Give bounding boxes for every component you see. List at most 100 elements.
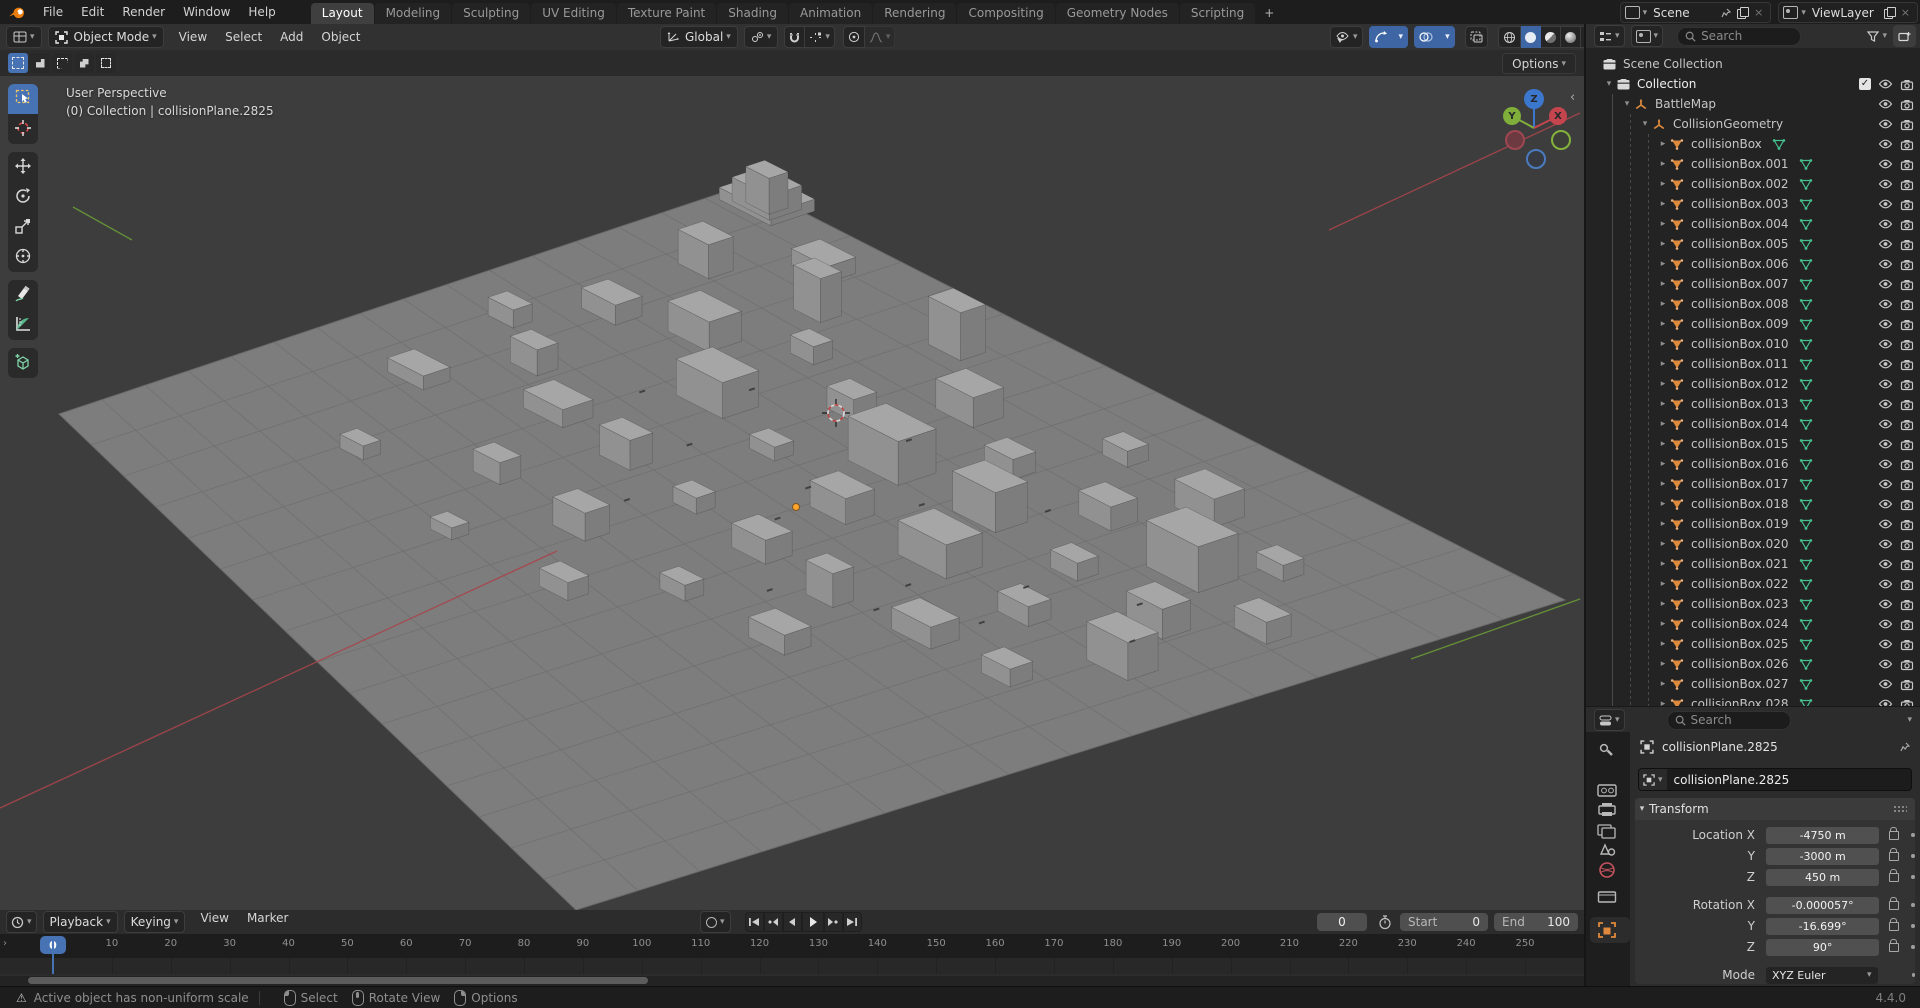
expander-icon[interactable]: ▸: [1656, 379, 1670, 389]
pivot-point-button[interactable]: ▾: [744, 26, 779, 48]
outliner-item-label[interactable]: collisionBox.012: [1691, 377, 1789, 391]
new-collection-button[interactable]: [1893, 25, 1916, 47]
eye-icon[interactable]: [1878, 278, 1893, 290]
expander-icon[interactable]: ▸: [1656, 159, 1670, 169]
panel-grip-icon[interactable]: [1893, 805, 1907, 813]
outliner-row[interactable]: ▸collisionBox.020: [1586, 534, 1920, 554]
eye-icon[interactable]: [1878, 478, 1893, 490]
prev-keyframe-button[interactable]: [764, 912, 783, 932]
overlays-dropdown[interactable]: ▾: [1438, 26, 1455, 48]
visibility-dropdown[interactable]: ▾: [1330, 26, 1363, 48]
show-overlays-toggle[interactable]: [1414, 26, 1438, 48]
outliner-row[interactable]: ▸collisionBox.024: [1586, 614, 1920, 634]
animate-dot[interactable]: [1911, 903, 1915, 907]
gizmo-axis-y-neg[interactable]: [1551, 130, 1571, 150]
eye-icon[interactable]: [1878, 598, 1893, 610]
outliner-item-label[interactable]: collisionBox.008: [1691, 297, 1789, 311]
outliner-item-label[interactable]: collisionBox.028: [1691, 697, 1789, 706]
animate-dot[interactable]: [1911, 945, 1915, 949]
outliner-row[interactable]: ▾CollisionGeometry: [1586, 114, 1920, 134]
outliner-item-label[interactable]: Scene Collection: [1623, 57, 1723, 71]
eye-icon[interactable]: [1878, 698, 1893, 706]
camera-render-icon[interactable]: [1900, 158, 1914, 171]
camera-render-icon[interactable]: [1900, 298, 1914, 311]
tab-render[interactable]: [1598, 785, 1616, 796]
outliner-row[interactable]: ▾BattleMap: [1586, 94, 1920, 114]
auto-keying-toggle[interactable]: ▾: [700, 911, 731, 933]
outliner-item-label[interactable]: collisionBox.007: [1691, 277, 1789, 291]
expander-icon[interactable]: ▸: [1656, 639, 1670, 649]
expander-icon[interactable]: ▸: [1656, 579, 1670, 589]
xray-toggle[interactable]: [1465, 26, 1488, 48]
camera-render-icon[interactable]: [1900, 458, 1914, 471]
outliner-row[interactable]: ▸collisionBox: [1586, 134, 1920, 154]
eye-icon[interactable]: [1878, 378, 1893, 390]
timeline-menu-keying[interactable]: Keying▾: [124, 911, 186, 933]
transform-value-field[interactable]: 90°: [1766, 939, 1879, 956]
jump-to-end-button[interactable]: [843, 912, 862, 932]
outliner-filter-type[interactable]: ▾: [1631, 25, 1664, 47]
viewport-menu-object[interactable]: Object: [312, 30, 369, 44]
workspace-tab-animation[interactable]: Animation: [789, 3, 872, 24]
menu-edit[interactable]: Edit: [72, 5, 113, 19]
outliner-item-label[interactable]: collisionBox.019: [1691, 517, 1789, 531]
expander-icon[interactable]: ▸: [1656, 399, 1670, 409]
gizmo-dropdown[interactable]: ▾: [1392, 26, 1409, 48]
workspace-tab-scripting[interactable]: Scripting: [1180, 3, 1255, 24]
lock-icon[interactable]: [1889, 831, 1899, 840]
expander-icon[interactable]: ▸: [1656, 199, 1670, 209]
play-button[interactable]: [802, 912, 824, 932]
scene-selector[interactable]: ▾ Scene ×: [1620, 2, 1772, 23]
outliner-item-label[interactable]: collisionBox.010: [1691, 337, 1789, 351]
outliner-row[interactable]: ▸collisionBox.013: [1586, 394, 1920, 414]
outliner-row[interactable]: ▸collisionBox.009: [1586, 314, 1920, 334]
outliner-item-label[interactable]: collisionBox.006: [1691, 257, 1789, 271]
tool-annotate[interactable]: [8, 280, 38, 310]
outliner-row[interactable]: ▸collisionBox.019: [1586, 514, 1920, 534]
expander-icon[interactable]: ▾: [1602, 79, 1616, 89]
eye-icon[interactable]: [1878, 258, 1893, 270]
transform-value-field[interactable]: -4750 m: [1766, 827, 1879, 844]
lock-icon[interactable]: [1889, 922, 1899, 931]
gizmo-axis-z-neg[interactable]: [1526, 149, 1546, 169]
add-workspace-button[interactable]: +: [1256, 3, 1282, 24]
expander-icon[interactable]: ▾: [1620, 99, 1634, 109]
eye-icon[interactable]: [1878, 678, 1893, 690]
tab-view-layer[interactable]: [1598, 825, 1615, 838]
current-frame-field[interactable]: 0: [1317, 913, 1367, 931]
options-button[interactable]: Options▾: [1502, 53, 1576, 74]
outliner-item-label[interactable]: collisionBox.023: [1691, 597, 1789, 611]
camera-render-icon[interactable]: [1900, 238, 1914, 251]
properties-display-button[interactable]: ▾: [1594, 709, 1625, 731]
shading-material[interactable]: [1541, 26, 1561, 48]
lock-icon[interactable]: [1889, 873, 1899, 882]
animate-dot[interactable]: [1911, 875, 1915, 879]
scene-name[interactable]: Scene: [1647, 6, 1719, 20]
viewport-menu-add[interactable]: Add: [271, 30, 312, 44]
camera-render-icon[interactable]: [1900, 558, 1914, 571]
outliner-item-label[interactable]: collisionBox.022: [1691, 577, 1789, 591]
outliner-item-label[interactable]: collisionBox: [1691, 137, 1762, 151]
select-mode-invert[interactable]: [74, 53, 94, 73]
tool-rotate[interactable]: [8, 182, 38, 212]
outliner-row[interactable]: ▸collisionBox.004: [1586, 214, 1920, 234]
tab-world[interactable]: [1600, 863, 1614, 877]
workspace-tab-layout[interactable]: Layout: [311, 3, 374, 24]
proportional-falloff[interactable]: ▾: [865, 26, 896, 48]
select-mode-extend[interactable]: [30, 53, 50, 73]
outliner-row[interactable]: ▸collisionBox.014: [1586, 414, 1920, 434]
expander-icon[interactable]: ▸: [1656, 599, 1670, 609]
shading-rendered[interactable]: [1561, 26, 1581, 48]
camera-render-icon[interactable]: [1900, 598, 1914, 611]
outliner-item-label[interactable]: collisionBox.001: [1691, 157, 1789, 171]
workspace-tab-geometry-nodes[interactable]: Geometry Nodes: [1056, 3, 1179, 24]
camera-render-icon[interactable]: [1900, 498, 1914, 511]
snap-toggle[interactable]: [784, 26, 805, 48]
outliner-row[interactable]: ▸ collisionBox.001: [1586, 154, 1920, 174]
object-name-field[interactable]: ▾ collisionPlane.2825: [1638, 768, 1912, 791]
expander-icon[interactable]: ▸: [1656, 219, 1670, 229]
sidebar-collapse-arrow[interactable]: ‹: [1570, 90, 1575, 105]
lock-icon[interactable]: [1889, 852, 1899, 861]
outliner-row[interactable]: ▸collisionBox.002: [1586, 174, 1920, 194]
camera-render-icon[interactable]: [1900, 538, 1914, 551]
